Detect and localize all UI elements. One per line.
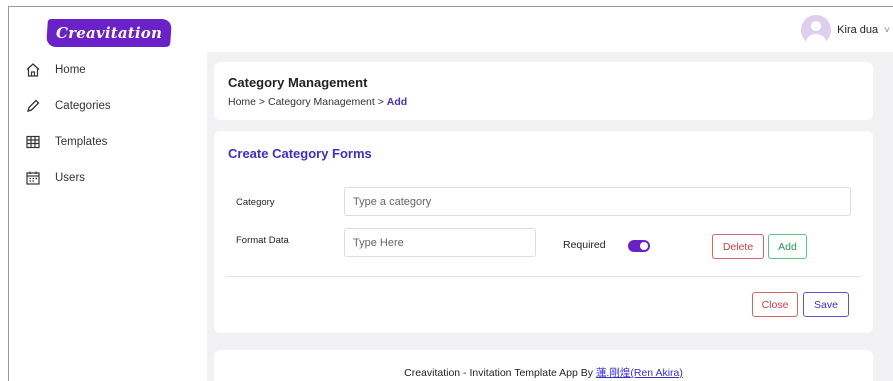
sidebar: Home Categories Templates Users	[9, 52, 207, 381]
app-window: Creavitation Kira dua ˅ Home Categories	[8, 6, 893, 381]
footer-card: Creavitation - Invitation Template App B…	[214, 350, 873, 381]
required-label: Required	[563, 239, 606, 251]
sidebar-item-users[interactable]: Users	[9, 160, 207, 196]
sidebar-item-label: Home	[55, 64, 86, 76]
user-name[interactable]: Kira dua	[837, 24, 878, 36]
sidebar-item-label: Categories	[55, 100, 111, 112]
avatar[interactable]	[801, 15, 832, 45]
sidebar-item-templates[interactable]: Templates	[9, 124, 207, 160]
page-header-card: Category Management Home > Category Mana…	[214, 62, 873, 120]
breadcrumb-separator: >	[256, 96, 268, 108]
calendar-icon	[25, 170, 41, 186]
close-button[interactable]: Close	[752, 292, 798, 317]
page-title: Category Management	[228, 75, 368, 90]
sidebar-item-label: Users	[55, 172, 86, 184]
pen-icon	[25, 98, 41, 114]
form-title: Create Category Forms	[228, 146, 372, 161]
category-label: Category	[236, 197, 275, 208]
breadcrumb: Home > Category Management > Add	[228, 96, 407, 108]
logo-text: Creavitation	[55, 24, 163, 42]
footer-text: Creavitation - Invitation Template App B…	[214, 365, 873, 380]
main-content: Category Management Home > Category Mana…	[207, 52, 893, 381]
save-button[interactable]: Save	[803, 292, 849, 317]
breadcrumb-category-management[interactable]: Category Management	[268, 96, 375, 108]
required-toggle[interactable]	[628, 240, 650, 252]
create-category-form-card: Create Category Forms Category Type a ca…	[214, 131, 873, 333]
grid-icon	[25, 134, 41, 150]
chevron-down-icon[interactable]: ˅	[884, 25, 890, 36]
brand-logo[interactable]: Creavitation	[46, 19, 172, 47]
divider	[226, 276, 861, 277]
category-input[interactable]: Type a category	[344, 187, 851, 216]
author-link[interactable]: 蓮.剛煌(Ren Akira)	[596, 367, 683, 379]
user-menu[interactable]: Kira dua ˅	[801, 15, 890, 45]
breadcrumb-home[interactable]: Home	[228, 96, 256, 108]
add-button[interactable]: Add	[768, 234, 807, 259]
home-icon	[25, 62, 41, 78]
sidebar-item-label: Templates	[55, 136, 108, 148]
delete-button[interactable]: Delete	[712, 234, 764, 259]
footer-credit: Creavitation - Invitation Template App B…	[404, 367, 596, 379]
format-data-label: Format Data	[236, 235, 289, 246]
sidebar-item-home[interactable]: Home	[9, 52, 207, 88]
top-bar: Creavitation Kira dua ˅	[9, 7, 893, 52]
format-data-input[interactable]: Type Here	[344, 228, 536, 257]
breadcrumb-separator: >	[374, 96, 387, 108]
breadcrumb-current: Add	[386, 96, 408, 108]
sidebar-item-categories[interactable]: Categories	[9, 88, 207, 124]
